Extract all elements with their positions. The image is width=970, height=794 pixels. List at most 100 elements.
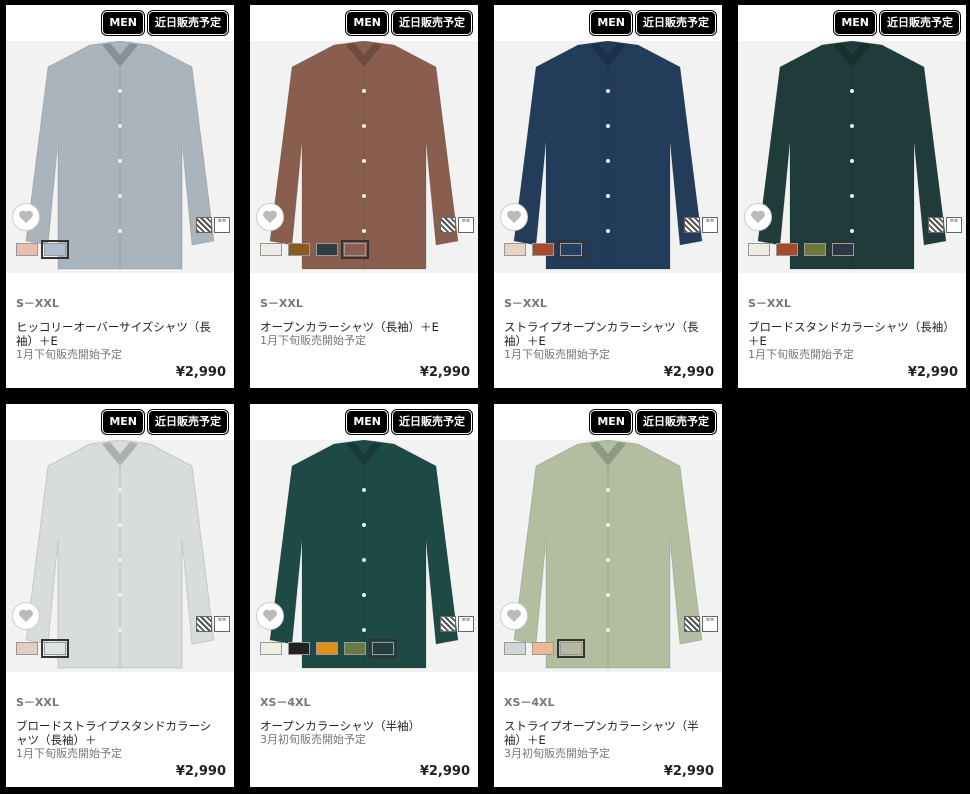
fabric-pattern-icon [684,217,700,233]
product-image[interactable] [250,440,478,672]
release-date: 1月下旬販売開始予定 [748,348,854,361]
favorite-heart-icon[interactable] [12,203,40,231]
product-card[interactable]: MEN 近日販売予定 ≡≡ XS－4XL ストライプオープンカラーシャツ（半袖）… [494,404,722,787]
product-name[interactable]: ブロードストライプスタンドカラーシャツ（長袖）＋ 1月下旬販売開始予定 [16,719,221,761]
color-swatch[interactable] [260,243,282,256]
gender-badge: MEN [834,11,876,35]
color-swatch[interactable] [316,243,338,256]
color-swatch[interactable] [532,642,554,655]
product-price: ¥2,990 [663,764,714,779]
product-name[interactable]: ストライプオープンカラーシャツ（長袖）＋E 1月下旬販売開始予定 [504,320,709,362]
favorite-heart-icon[interactable] [500,203,528,231]
shirt-image [269,440,459,669]
color-swatch[interactable] [16,243,38,256]
color-swatches [504,240,585,259]
color-swatch[interactable] [748,243,770,256]
color-swatch[interactable] [41,639,69,658]
color-swatch[interactable] [16,642,38,655]
product-image[interactable] [494,440,722,672]
product-image[interactable] [494,41,722,273]
favorite-heart-icon[interactable] [256,203,284,231]
color-swatch[interactable] [504,642,526,655]
shirt-image [269,41,459,270]
product-name[interactable]: ヒッコリーオーバーサイズシャツ（長袖）＋E 1月下旬販売開始予定 [16,320,221,362]
color-swatch[interactable] [369,639,397,658]
color-swatch[interactable] [557,639,585,658]
product-name[interactable]: ストライプオープンカラーシャツ（半袖）＋E 3月初旬販売開始予定 [504,719,709,761]
color-swatch[interactable] [557,240,585,259]
color-swatch[interactable] [41,240,69,259]
size-range: S－XXL [260,297,303,310]
release-date: 3月初旬販売開始予定 [260,733,366,746]
shirt-image [25,41,215,270]
color-swatch[interactable] [504,243,526,256]
color-swatches [748,240,857,259]
color-swatch[interactable] [288,243,310,256]
product-card[interactable]: MEN 近日販売予定 ≡≡ S－XXL オープンカラーシャツ（長袖）＋E 1月下… [250,5,478,388]
release-date: 1月下旬販売開始予定 [16,348,122,361]
fabric-pattern-icon [196,616,212,632]
status-badge: 近日販売予定 [148,410,228,434]
shirt-image [757,41,947,270]
size-range: XS－4XL [260,696,311,709]
color-swatch[interactable] [260,642,282,655]
color-swatch[interactable] [804,243,826,256]
fabric-pattern-icon [928,217,944,233]
product-card[interactable]: MEN 近日販売予定 ≡≡ S－XXL ブロードスタンドカラーシャツ（長袖）＋E… [738,5,966,388]
status-badge: 近日販売予定 [392,11,472,35]
label-tag-icon: ≡≡ [702,217,718,233]
size-range: S－XXL [504,297,547,310]
gender-badge: MEN [590,11,632,35]
favorite-heart-icon[interactable] [744,203,772,231]
gender-badge: MEN [590,410,632,434]
status-badge: 近日販売予定 [392,410,472,434]
product-card[interactable]: MEN 近日販売予定 ≡≡ S－XXL ブロードストライプスタンドカラーシャツ（… [6,404,234,787]
product-image[interactable] [738,41,966,273]
fabric-pattern-icon [196,217,212,233]
size-range: S－XXL [16,696,59,709]
fabric-pattern-icon [440,616,456,632]
product-name[interactable]: オープンカラーシャツ（長袖）＋E 1月下旬販売開始予定 [260,320,465,348]
size-range: XS－4XL [504,696,555,709]
release-date: 3月初旬販売開始予定 [504,747,610,760]
release-date: 1月下旬販売開始予定 [16,747,122,760]
status-badge: 近日販売予定 [636,11,716,35]
color-swatch[interactable] [344,642,366,655]
product-card[interactable]: MEN 近日販売予定 ≡≡ XS－4XL オープンカラーシャツ（半袖） 3月初旬… [250,404,478,787]
gender-badge: MEN [102,410,144,434]
color-swatches [260,639,397,658]
product-card[interactable]: MEN 近日販売予定 ≡≡ S－XXL ストライプオープンカラーシャツ（長袖）＋… [494,5,722,388]
product-price: ¥2,990 [419,764,470,779]
color-swatch[interactable] [341,240,369,259]
color-swatches [260,240,369,259]
label-tag-icon: ≡≡ [214,217,230,233]
label-tag-icon: ≡≡ [458,616,474,632]
favorite-heart-icon[interactable] [500,602,528,630]
product-card[interactable]: MEN 近日販売予定 ≡≡ S－XXL ヒッコリーオーバーサイズシャツ（長袖）＋… [6,5,234,388]
product-price: ¥2,990 [907,365,958,380]
label-tag-icon: ≡≡ [458,217,474,233]
fabric-pattern-icon [684,616,700,632]
color-swatch[interactable] [288,642,310,655]
color-swatch[interactable] [316,642,338,655]
favorite-heart-icon[interactable] [256,602,284,630]
color-swatch[interactable] [829,240,857,259]
status-badge: 近日販売予定 [148,11,228,35]
shirt-image [513,41,703,270]
product-name[interactable]: オープンカラーシャツ（半袖） 3月初旬販売開始予定 [260,719,465,747]
color-swatches [16,639,69,658]
product-image[interactable] [6,41,234,273]
color-swatches [504,639,585,658]
color-swatch[interactable] [532,243,554,256]
status-badge: 近日販売予定 [880,11,960,35]
product-name[interactable]: ブロードスタンドカラーシャツ（長袖）＋E 1月下旬販売開始予定 [748,320,953,362]
product-image[interactable] [250,41,478,273]
release-date: 1月下旬販売開始予定 [504,348,610,361]
shirt-image [25,440,215,669]
gender-badge: MEN [346,11,388,35]
product-image[interactable] [6,440,234,672]
color-swatch[interactable] [776,243,798,256]
product-price: ¥2,990 [419,365,470,380]
product-price: ¥2,990 [663,365,714,380]
favorite-heart-icon[interactable] [12,602,40,630]
